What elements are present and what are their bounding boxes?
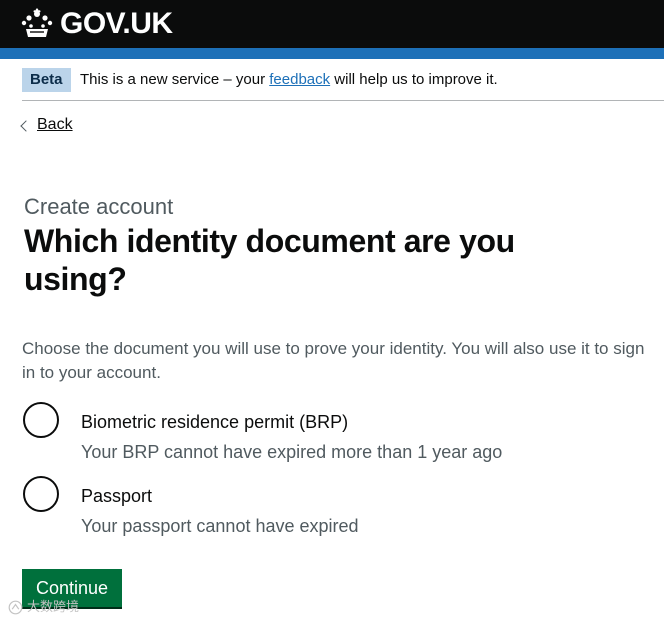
logo-text: GOV.UK [60,7,173,40]
site-header: GOV.UK [0,0,664,48]
brand-stripe [0,48,664,59]
govuk-logo-link[interactable]: GOV.UK [20,6,173,42]
phase-tag: Beta [22,68,71,92]
phase-banner-text: This is a new service – your feedback wi… [80,70,498,90]
watermark-text: 大数跨境 [27,599,80,614]
radio-button[interactable] [23,402,59,438]
watermark-logo-icon [8,600,23,614]
chevron-left-icon [20,119,32,132]
page-title: Which identity document are you using? [24,223,515,297]
radio-label[interactable]: Passport [81,484,152,508]
radio-button[interactable] [23,476,59,512]
radio-hint: Your BRP cannot have expired more than 1… [81,442,503,462]
back-link[interactable]: Back [20,115,73,135]
phase-banner: Beta This is a new service – your feedba… [22,59,664,101]
back-link-label: Back [37,116,73,133]
feedback-link[interactable]: feedback [269,71,330,88]
radio-option-passport[interactable]: Passport Your passport cannot have expir… [23,476,543,536]
phase-text-after: will help us to improve it. [330,71,498,88]
phase-text-before: This is a new service – your [80,71,270,88]
radio-option-brp[interactable]: Biometric residence permit (BRP) Your BR… [23,402,543,462]
watermark: 大数跨境 [8,599,79,615]
page-caption: Create account [24,194,174,219]
radio-hint: Your passport cannot have expired [81,516,359,536]
crown-icon [21,8,53,37]
radio-label[interactable]: Biometric residence permit (BRP) [81,410,348,434]
form-hint: Choose the document you will use to prov… [22,339,645,382]
